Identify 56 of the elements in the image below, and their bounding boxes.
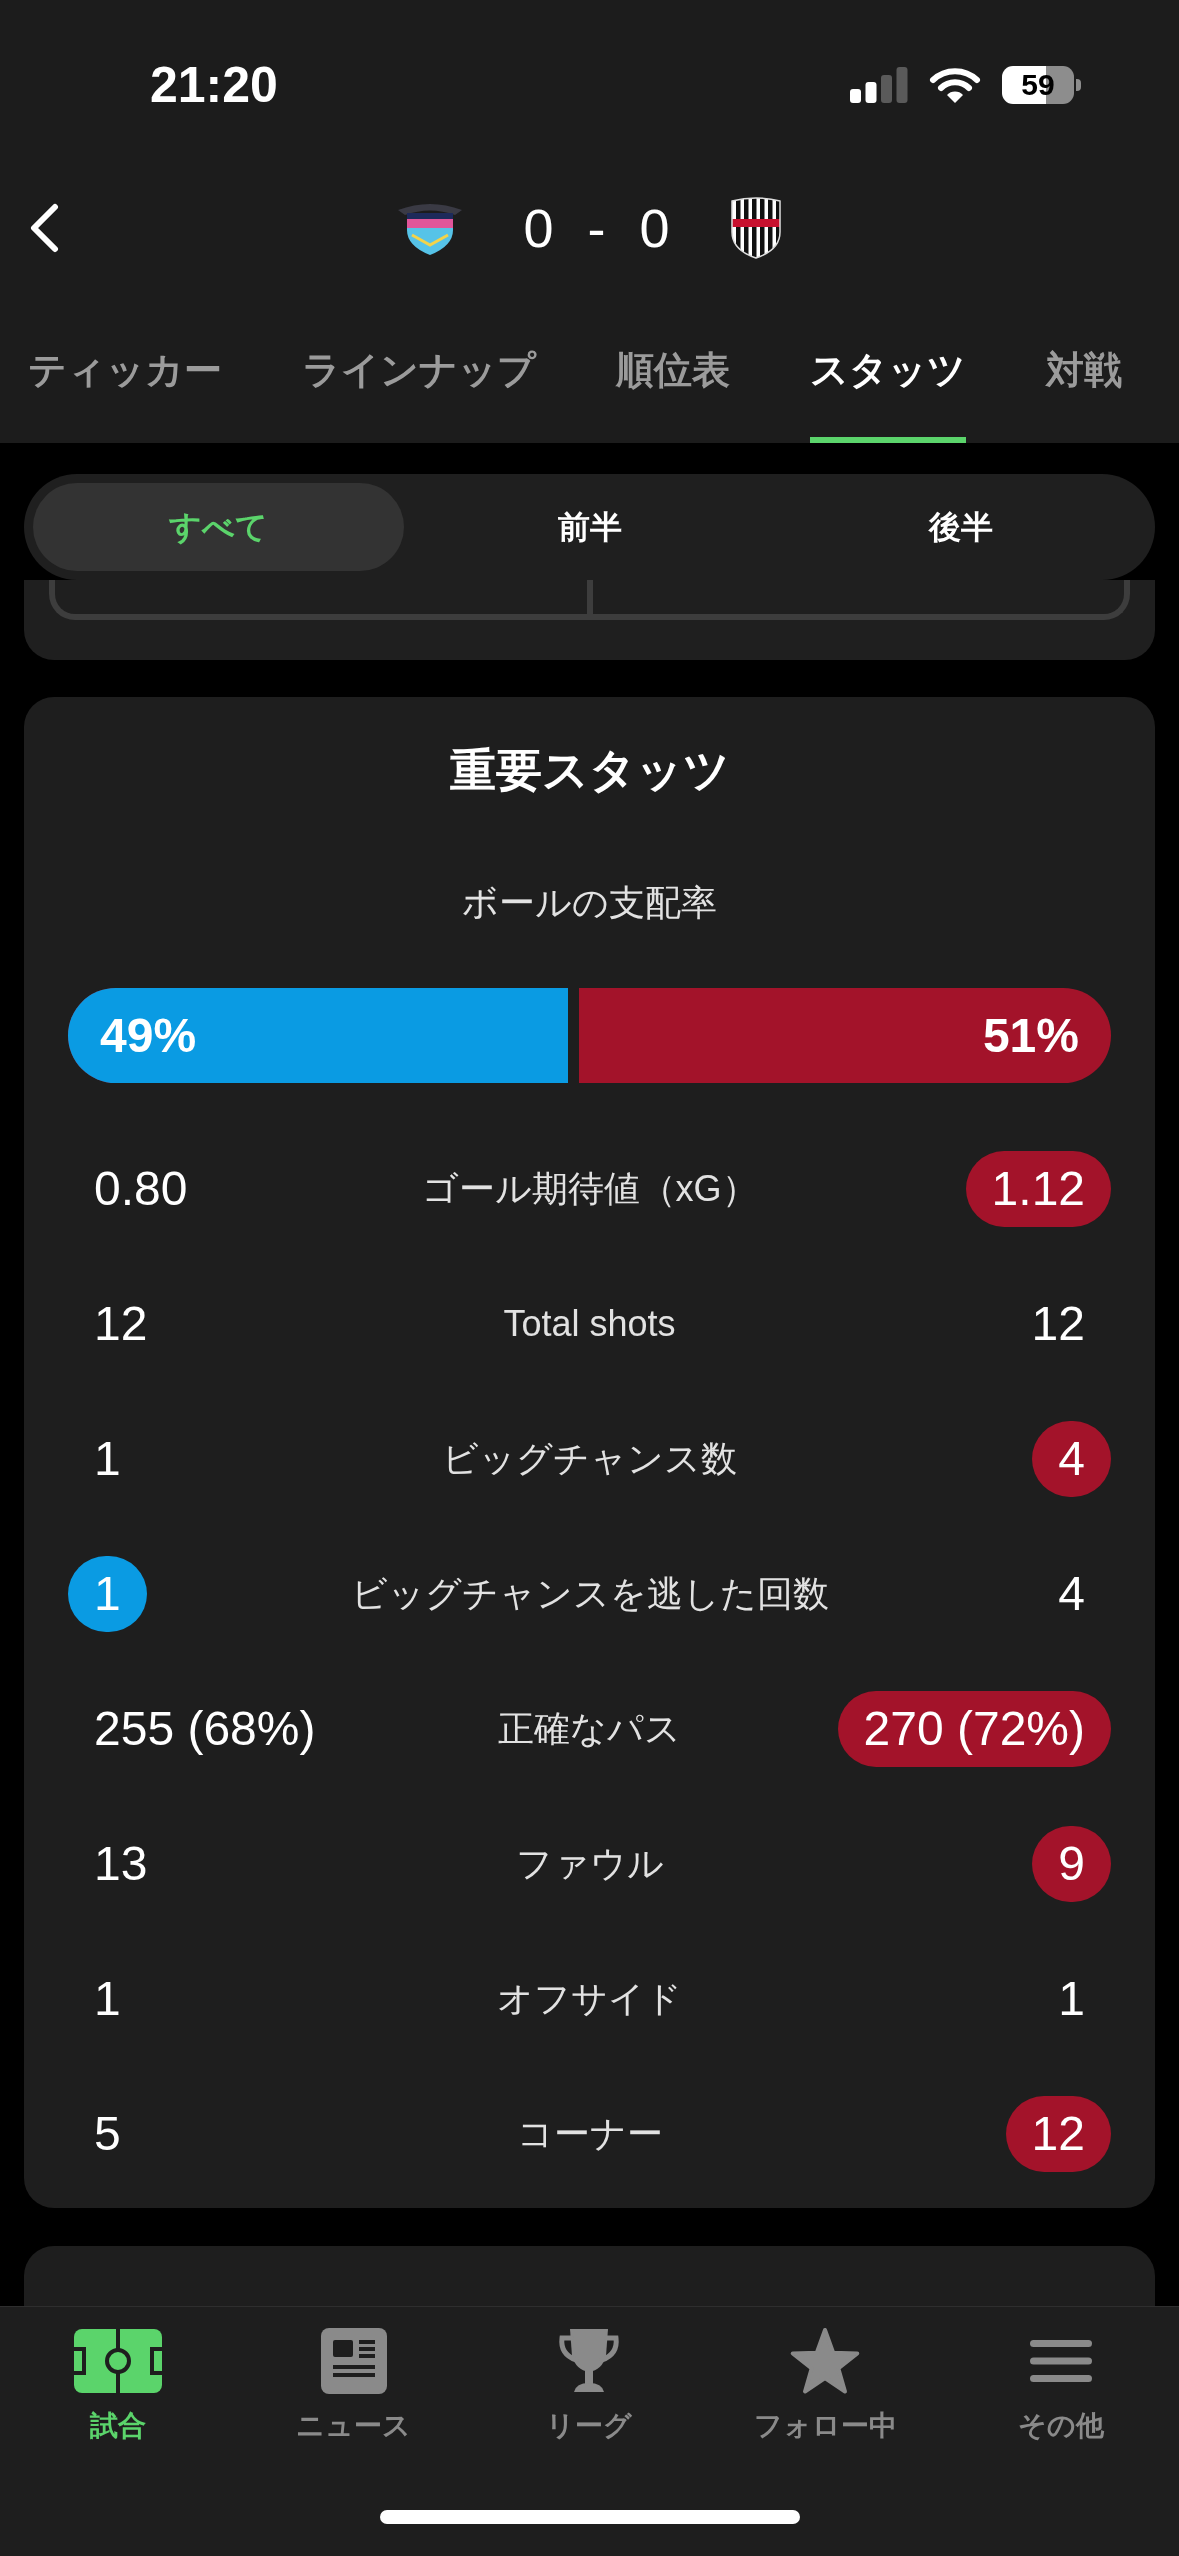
home-stat-value: 12 bbox=[94, 1295, 148, 1352]
away-stat-value: 4 bbox=[1058, 1565, 1085, 1622]
period-tab[interactable]: 前半 bbox=[404, 483, 775, 571]
period-tab[interactable]: 後半 bbox=[775, 483, 1146, 571]
home-possession-value: 49% bbox=[100, 1011, 197, 1060]
period-tab[interactable]: すべて bbox=[33, 483, 404, 571]
nav-tab[interactable]: ニュース bbox=[296, 2326, 412, 2444]
newspaper-icon bbox=[320, 2328, 387, 2394]
stat-label: ファウル bbox=[515, 1841, 664, 1886]
away-stat-value: 12 bbox=[1005, 2095, 1111, 2172]
back-icon bbox=[28, 203, 60, 253]
star-icon bbox=[789, 2327, 862, 2395]
away-stat-value: 1 bbox=[1058, 1970, 1085, 2027]
home-stat-value: 1 bbox=[68, 1555, 147, 1632]
away-stat-value: 12 bbox=[1031, 1295, 1085, 1352]
battery-percentage: 59 bbox=[1021, 70, 1055, 100]
home-stat-value: 255 (68%) bbox=[94, 1700, 316, 1757]
home-stat-value: 5 bbox=[94, 2105, 121, 2162]
away-stat-value: 270 (72%) bbox=[837, 1690, 1111, 1767]
stat-label: オフサイド bbox=[497, 1976, 682, 2021]
away-stat-value: 1.12 bbox=[965, 1150, 1111, 1227]
home-stat-value: 13 bbox=[94, 1835, 148, 1892]
stat-label: Total shots bbox=[503, 1301, 676, 1346]
match-tab[interactable]: 対戦 bbox=[1046, 347, 1122, 443]
match-tab[interactable]: スタッツ bbox=[810, 347, 966, 443]
home-stat-value: 1 bbox=[94, 1430, 121, 1487]
stat-label: ビッグチャンス数 bbox=[442, 1436, 737, 1481]
match-tab[interactable]: ティッカー bbox=[28, 347, 222, 443]
battery-cap-icon bbox=[1076, 79, 1081, 91]
stat-label: ゴール期待値（xG） bbox=[421, 1166, 758, 1211]
home-score: 0 bbox=[523, 201, 554, 255]
score-separator: - bbox=[587, 201, 606, 255]
away-stat-value: 9 bbox=[1032, 1825, 1111, 1902]
stat-label: コーナー bbox=[516, 2111, 663, 2156]
stat-label: ボールの支配率 bbox=[462, 881, 717, 925]
pitch-icon bbox=[73, 2329, 162, 2393]
match-tab[interactable]: 順位表 bbox=[616, 347, 730, 443]
nav-tab[interactable]: フォロー中 bbox=[753, 2326, 897, 2444]
away-possession-value: 51% bbox=[982, 1011, 1079, 1060]
away-score: 0 bbox=[639, 201, 670, 255]
wifi-icon bbox=[929, 66, 981, 104]
card-title: 重要スタッツ bbox=[449, 743, 730, 797]
menu-icon bbox=[1030, 2339, 1093, 2383]
striped-shield-crest-icon bbox=[729, 196, 782, 260]
home-stat-value: 1 bbox=[94, 1970, 121, 2027]
back-button[interactable] bbox=[28, 203, 60, 253]
nav-tab[interactable]: リーグ bbox=[546, 2326, 633, 2444]
nav-tab[interactable]: 試合 bbox=[73, 2326, 162, 2444]
match-tab[interactable]: ラインナップ bbox=[302, 347, 536, 443]
home-stat-value: 0.80 bbox=[94, 1160, 188, 1217]
stat-label: 正確なパス bbox=[498, 1706, 681, 1751]
status-time: 21:20 bbox=[150, 60, 278, 110]
signal-icon bbox=[850, 67, 908, 103]
away-stat-value: 4 bbox=[1032, 1420, 1111, 1497]
nav-tab[interactable]: その他 bbox=[1018, 2326, 1105, 2444]
stat-label: ビッグチャンスを逃した回数 bbox=[350, 1571, 829, 1616]
